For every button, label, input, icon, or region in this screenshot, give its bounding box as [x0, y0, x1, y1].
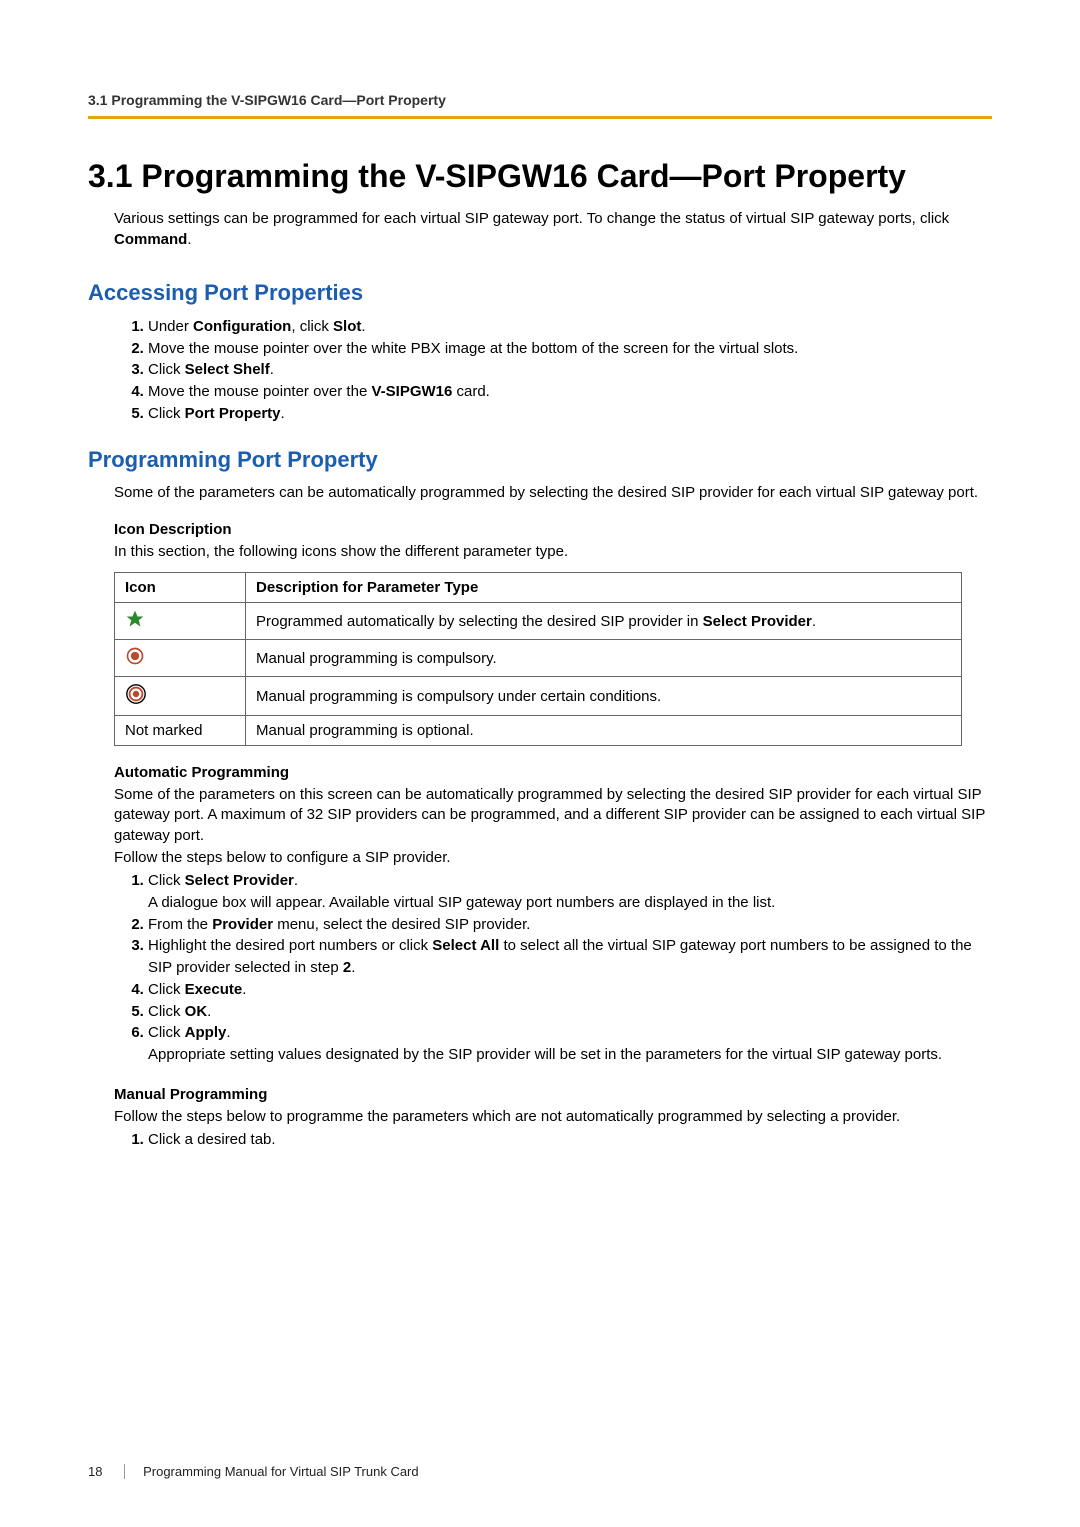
table-desc-cell: Manual programming is compulsory.	[246, 640, 962, 677]
intro-text: Various settings can be programmed for e…	[114, 210, 949, 227]
circle-solid-icon	[125, 646, 145, 670]
automatic-programming-heading: Automatic Programming	[114, 764, 992, 781]
step-text: Click	[148, 872, 185, 889]
intro-text-end: .	[187, 231, 191, 248]
step-text: card.	[452, 383, 490, 400]
step-text: Move the mouse pointer over the white PB…	[148, 340, 798, 357]
step-bold: Select All	[432, 937, 499, 954]
step-text: Click a desired tab.	[148, 1131, 276, 1148]
step-bold: Select Shelf	[185, 361, 270, 378]
list-item: Highlight the desired port numbers or cl…	[148, 935, 992, 979]
auto-paragraph-2: Follow the steps below to configure a SI…	[114, 848, 992, 868]
page-footer: 18 Programming Manual for Virtual SIP Tr…	[88, 1464, 419, 1479]
table-header-row: Icon Description for Parameter Type	[115, 573, 962, 603]
step-text: Click	[148, 1024, 185, 1041]
table-header-desc: Description for Parameter Type	[246, 573, 962, 603]
icon-description-heading: Icon Description	[114, 521, 992, 538]
running-header: 3.1 Programming the V-SIPGW16 Card—Port …	[88, 92, 992, 108]
intro-bold: Command	[114, 231, 187, 248]
list-item: Click Port Property.	[148, 403, 992, 425]
step-text: menu, select the desired SIP provider.	[273, 916, 530, 933]
manual-programming-heading: Manual Programming	[114, 1086, 992, 1103]
table-row: Manual programming is compulsory.	[115, 640, 962, 677]
step-text: Click	[148, 1003, 185, 1020]
footer-doc-title: Programming Manual for Virtual SIP Trunk…	[124, 1464, 419, 1479]
step-bold: Port Property	[185, 405, 281, 422]
list-item: Click Select Provider. A dialogue box wi…	[148, 870, 992, 914]
step-text: .	[351, 959, 355, 976]
icon-cell-star	[115, 603, 246, 640]
step-bold: Slot	[333, 318, 361, 335]
list-item: Click Select Shelf.	[148, 359, 992, 381]
icon-cell-circle-solid	[115, 640, 246, 677]
table-desc-cell: Manual programming is optional.	[246, 716, 962, 746]
step-bold: Configuration	[193, 318, 291, 335]
step-text: .	[294, 872, 298, 889]
header-rule	[88, 116, 992, 119]
step-text: .	[281, 405, 285, 422]
step-text: Click	[148, 361, 185, 378]
table-header-icon: Icon	[115, 573, 246, 603]
step-text: , click	[291, 318, 333, 335]
step-bold: Apply	[185, 1024, 227, 1041]
step-bold: 2	[343, 959, 351, 976]
step-text: .	[207, 1003, 211, 1020]
list-item: Click Execute.	[148, 979, 992, 1001]
icon-description-text: In this section, the following icons sho…	[114, 542, 992, 562]
step-text: Click	[148, 981, 185, 998]
step-bold: Select Provider	[185, 872, 294, 889]
icon-cell-circle-outline	[115, 677, 246, 716]
table-desc-text: .	[812, 613, 816, 630]
table-row: Not marked Manual programming is optiona…	[115, 716, 962, 746]
list-item: Move the mouse pointer over the white PB…	[148, 338, 992, 360]
step-text: .	[270, 361, 274, 378]
step-text: Click	[148, 405, 185, 422]
manual-paragraph-1: Follow the steps below to programme the …	[114, 1107, 992, 1127]
automatic-steps-list: Click Select Provider. A dialogue box wi…	[114, 870, 992, 1066]
document-page: 3.1 Programming the V-SIPGW16 Card—Port …	[0, 0, 1080, 1527]
footer-page-number: 18	[88, 1464, 102, 1479]
intro-paragraph: Various settings can be programmed for e…	[114, 209, 992, 250]
step-subtext: A dialogue box will appear. Available vi…	[148, 894, 775, 911]
table-desc-cell: Manual programming is compulsory under c…	[246, 677, 962, 716]
section-heading-accessing: Accessing Port Properties	[88, 280, 992, 306]
auto-paragraph-1: Some of the parameters on this screen ca…	[114, 785, 992, 846]
list-item: From the Provider menu, select the desir…	[148, 914, 992, 936]
table-desc-text: Programmed automatically by selecting th…	[256, 613, 703, 630]
list-item: Under Configuration, click Slot.	[148, 316, 992, 338]
step-bold: Provider	[212, 916, 273, 933]
step-text: .	[226, 1024, 230, 1041]
circle-outline-icon	[125, 683, 147, 709]
step-text: From the	[148, 916, 212, 933]
icon-cell-not-marked: Not marked	[115, 716, 246, 746]
accessing-steps-list: Under Configuration, click Slot. Move th…	[114, 316, 992, 425]
table-desc-bold: Select Provider	[703, 613, 812, 630]
manual-steps-list: Click a desired tab.	[114, 1129, 992, 1151]
step-text: Move the mouse pointer over the	[148, 383, 371, 400]
step-text: Under	[148, 318, 193, 335]
step-bold: OK	[185, 1003, 208, 1020]
step-text: .	[361, 318, 365, 335]
table-row: Manual programming is compulsory under c…	[115, 677, 962, 716]
list-item: Move the mouse pointer over the V-SIPGW1…	[148, 381, 992, 403]
programming-intro: Some of the parameters can be automatica…	[114, 483, 992, 503]
star-icon	[125, 609, 145, 633]
step-bold: Execute	[185, 981, 243, 998]
list-item: Click Apply. Appropriate setting values …	[148, 1022, 992, 1066]
step-text: .	[242, 981, 246, 998]
table-desc-cell: Programmed automatically by selecting th…	[246, 603, 962, 640]
list-item: Click OK.	[148, 1001, 992, 1023]
list-item: Click a desired tab.	[148, 1129, 992, 1151]
table-row: Programmed automatically by selecting th…	[115, 603, 962, 640]
page-title: 3.1 Programming the V-SIPGW16 Card—Port …	[88, 157, 992, 195]
step-bold: V-SIPGW16	[371, 383, 452, 400]
step-text: Highlight the desired port numbers or cl…	[148, 937, 432, 954]
section-heading-programming: Programming Port Property	[88, 447, 992, 473]
step-subtext: Appropriate setting values designated by…	[148, 1046, 942, 1063]
icon-table: Icon Description for Parameter Type Prog…	[114, 572, 962, 746]
